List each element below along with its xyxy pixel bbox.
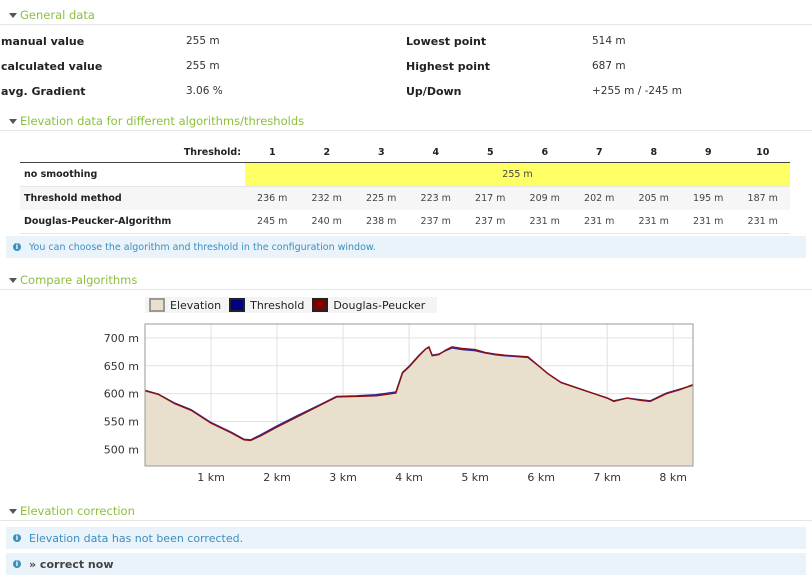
section-elevation-data[interactable]: Elevation data for different algorithms/…: [0, 112, 812, 131]
algorithm-info-box: i You can choose the algorithm and thres…: [6, 236, 806, 258]
x-tick-label: 3 km: [329, 471, 357, 484]
threshold-cell: 232 m: [299, 186, 354, 210]
threshold-col-3: 3: [377, 146, 385, 158]
dp-cell: 240 m: [299, 210, 354, 234]
dp-cell: 231 m: [572, 210, 627, 234]
threshold-col-8: 8: [650, 146, 658, 158]
threshold-header-label: Threshold:: [183, 146, 241, 158]
threshold-cell: 217 m: [463, 186, 518, 210]
label-calculated-value: calculated value: [1, 60, 103, 73]
x-tick-label: 7 km: [593, 471, 621, 484]
label-manual-value: manual value: [1, 35, 85, 48]
threshold-col-10: 10: [756, 146, 770, 158]
value-highest-point: 687 m: [592, 60, 626, 72]
no-smoothing-value: 255 m: [245, 162, 790, 187]
threshold-col-4: 4: [432, 146, 440, 158]
dp-cell: 237 m: [408, 210, 463, 234]
row-label-threshold-method: Threshold method: [20, 186, 245, 210]
legend-item-elevation[interactable]: Elevation: [149, 298, 221, 312]
threshold-cell: 205 m: [626, 186, 681, 210]
row-label-douglas-peucker: Douglas-Peucker-Algorithm: [20, 210, 245, 234]
collapse-triangle-icon[interactable]: [9, 508, 17, 514]
value-manual: 255 m: [186, 35, 220, 47]
value-calculated: 255 m: [186, 60, 220, 72]
elevation-chart[interactable]: 500 m 550 m 600 m 650 m 700 m 1 km 2 km 3 km 4 k…: [0, 318, 812, 493]
value-lowest-point: 514 m: [592, 35, 626, 47]
threshold-cell: 223 m: [408, 186, 463, 210]
x-tick-label: 4 km: [395, 471, 423, 484]
section-title-general[interactable]: General data: [20, 8, 95, 22]
section-compare-algorithms[interactable]: Compare algorithms: [0, 271, 812, 290]
value-avg-gradient: 3.06 %: [186, 85, 223, 97]
x-tick-label: 5 km: [461, 471, 489, 484]
threshold-col-1: 1: [268, 146, 276, 158]
threshold-col-9: 9: [704, 146, 712, 158]
threshold-cell: 236 m: [245, 186, 300, 210]
correct-now-box: i » correct now: [6, 553, 806, 575]
section-title-compare[interactable]: Compare algorithms: [20, 273, 137, 287]
threshold-col-2: 2: [323, 146, 331, 158]
label-highest-point: Highest point: [406, 60, 491, 73]
threshold-cell: 187 m: [735, 186, 790, 210]
section-elevation-correction[interactable]: Elevation correction: [0, 502, 812, 521]
info-icon: i: [13, 243, 21, 251]
section-title-correction[interactable]: Elevation correction: [20, 504, 135, 518]
legend-label-douglas-peucker: Douglas-Peucker: [333, 298, 426, 312]
table-row: no smoothing 255 m: [20, 162, 790, 187]
threshold-cell: 195 m: [681, 186, 736, 210]
y-tick-label: 550 m: [104, 415, 139, 428]
info-icon: i: [13, 534, 21, 542]
threshold-col-7: 7: [595, 146, 603, 158]
legend-item-douglas-peucker[interactable]: Douglas-Peucker: [312, 298, 425, 312]
legend-swatch-threshold: [229, 298, 246, 312]
x-tick-label: 1 km: [197, 471, 225, 484]
correction-info-text: Elevation data has not been corrected.: [29, 531, 244, 545]
x-tick-label: 8 km: [659, 471, 687, 484]
correct-now-link[interactable]: » correct now: [29, 558, 113, 571]
label-up-down: Up/Down: [406, 85, 462, 98]
section-general-data[interactable]: General data: [0, 6, 812, 25]
legend-swatch-elevation: [149, 298, 165, 312]
info-icon: i: [13, 560, 21, 568]
dp-cell: 238 m: [354, 210, 409, 234]
correction-info-box: i Elevation data has not been corrected.: [6, 527, 806, 549]
table-row: Threshold method 236 m 232 m 225 m 223 m…: [20, 186, 790, 210]
algorithm-info-text: You can choose the algorithm and thresho…: [29, 241, 376, 253]
elevation-chart-svg: 500 m 550 m 600 m 650 m 700 m 1 km 2 km 3 km 4 k…: [104, 323, 694, 484]
dp-cell: 245 m: [245, 210, 300, 234]
dp-cell: 231 m: [517, 210, 572, 234]
chart-legend: Elevation Threshold Douglas-Peucker: [145, 297, 438, 313]
section-title-elevation[interactable]: Elevation data for different algorithms/…: [20, 114, 304, 128]
legend-label-threshold: Threshold: [250, 298, 305, 312]
label-avg-gradient: avg. Gradient: [1, 85, 86, 98]
collapse-triangle-icon[interactable]: [9, 12, 17, 18]
threshold-cell: 225 m: [354, 186, 409, 210]
threshold-cell: 209 m: [517, 186, 572, 210]
legend-label-elevation: Elevation: [170, 298, 222, 312]
value-up-down: +255 m / -245 m: [592, 85, 683, 97]
legend-swatch-douglas-peucker: [312, 298, 329, 312]
dp-cell: 231 m: [681, 210, 736, 234]
x-tick-label: 6 km: [527, 471, 555, 484]
label-lowest-point: Lowest point: [406, 35, 487, 48]
table-row: Douglas-Peucker-Algorithm 245 m 240 m 23…: [20, 210, 790, 234]
legend-item-threshold[interactable]: Threshold: [229, 298, 304, 312]
dp-cell: 237 m: [463, 210, 518, 234]
dp-cell: 231 m: [735, 210, 790, 234]
collapse-triangle-icon[interactable]: [9, 118, 17, 124]
y-tick-label: 500 m: [104, 443, 139, 456]
dp-cell: 231 m: [626, 210, 681, 234]
threshold-table: Threshold: 1 2 3 4 5 6 7 8 9 10 no smoot…: [20, 142, 790, 234]
row-label-no-smoothing: no smoothing: [20, 162, 245, 187]
collapse-triangle-icon[interactable]: [9, 277, 17, 283]
y-tick-label: 700 m: [104, 332, 139, 345]
threshold-cell: 202 m: [572, 186, 627, 210]
threshold-col-6: 6: [541, 146, 549, 158]
y-tick-label: 650 m: [104, 360, 139, 373]
y-tick-label: 600 m: [104, 388, 139, 401]
x-tick-label: 2 km: [263, 471, 291, 484]
threshold-col-5: 5: [486, 146, 494, 158]
